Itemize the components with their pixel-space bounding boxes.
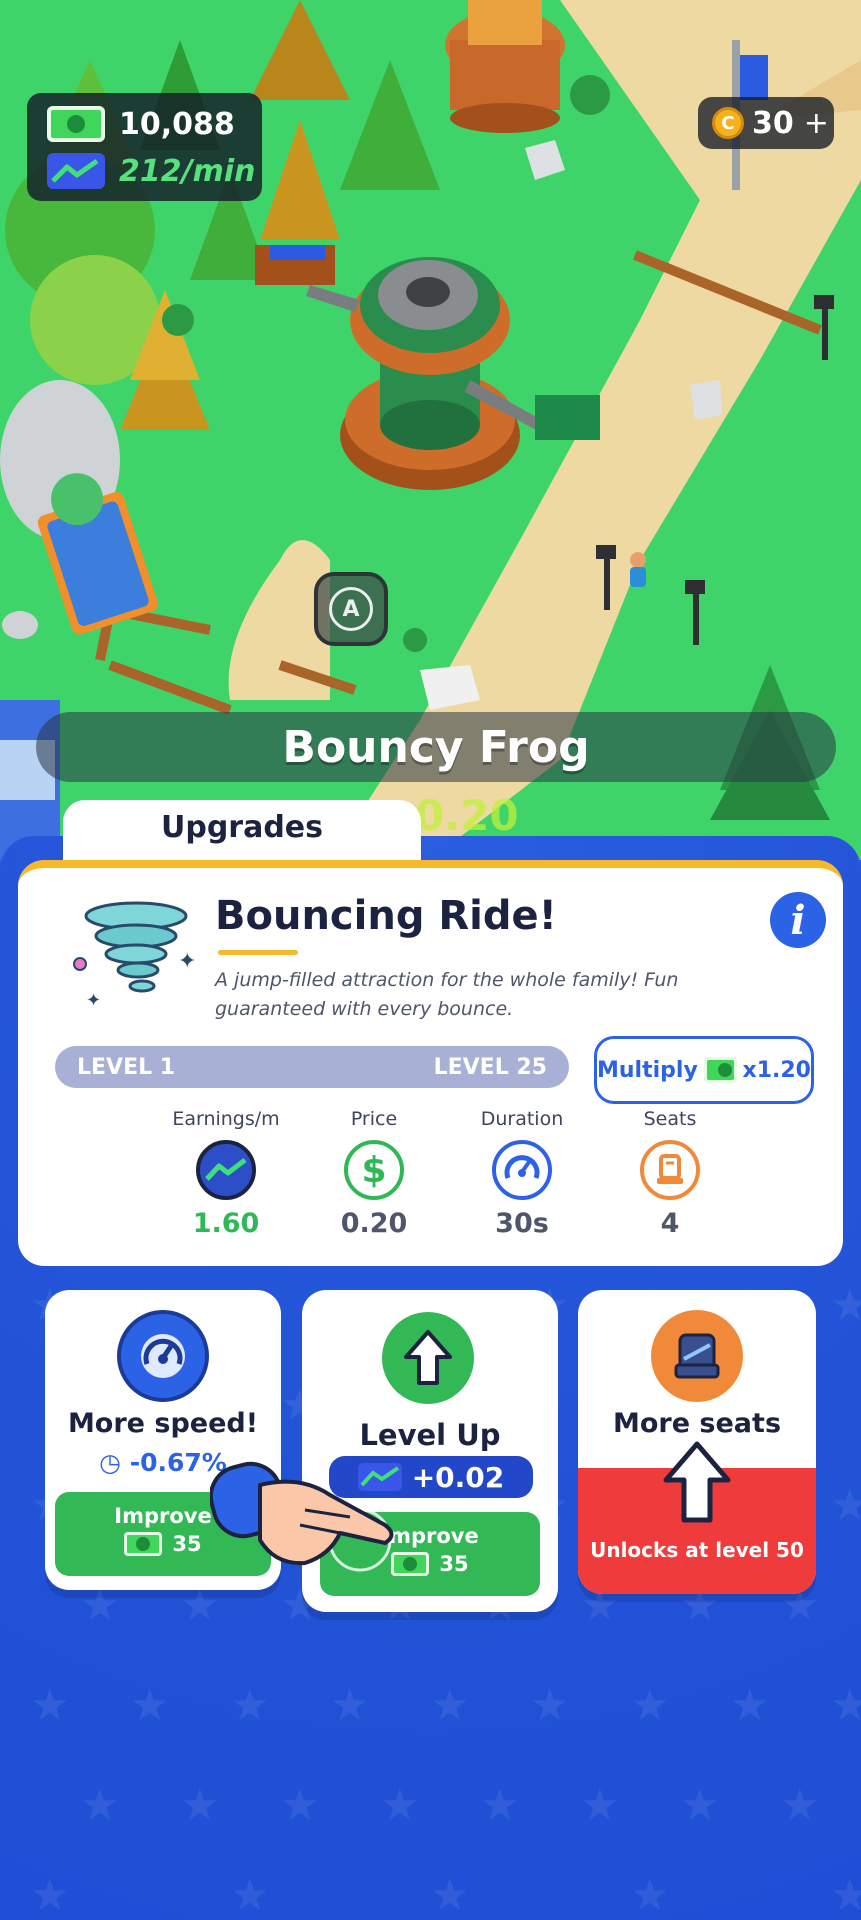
title-underline <box>218 950 298 955</box>
seat-icon <box>640 1140 700 1200</box>
level-progress-bar: LEVEL 1 LEVEL 25 <box>55 1046 569 1088</box>
selected-ride-banner: Bouncy Frog <box>36 712 836 782</box>
coin-icon: C <box>712 107 744 139</box>
income-rate: 212/min <box>119 153 256 189</box>
swap-icon: A <box>329 587 373 631</box>
svg-text:✦: ✦ <box>178 949 196 974</box>
more-seats-card: More seats Unlocks at level 50 <box>578 1290 816 1594</box>
cash-icon <box>703 1057 737 1083</box>
trend-icon <box>47 153 105 189</box>
multiply-badge: Multiply x1.20 <box>594 1036 814 1104</box>
more-speed-title: More speed! <box>67 1408 259 1439</box>
stat-duration: Duration 30s <box>447 1108 597 1239</box>
stat-earnings-value: 1.60 <box>192 1208 260 1239</box>
cash-icon <box>47 106 105 142</box>
multiply-label: Multiply <box>597 1057 698 1083</box>
speedometer-icon <box>492 1140 552 1200</box>
arrow-up-icon <box>382 1312 474 1404</box>
add-coins-button[interactable]: + <box>804 106 829 141</box>
tornado-icon: ✦ ✦ <box>73 901 196 1011</box>
multiply-value: x1.20 <box>742 1057 811 1083</box>
improve-speed-cost: 35 <box>172 1532 202 1556</box>
selected-ride-name: Bouncy Frog <box>282 721 590 773</box>
locked-text: Unlocks at level 50 <box>590 1538 804 1562</box>
arrow-up-icon <box>663 1441 731 1523</box>
stat-price-value: 0.20 <box>340 1208 408 1239</box>
ride-description: A jump-filled attraction for the whole f… <box>215 969 679 1020</box>
svg-text:✦: ✦ <box>86 990 101 1011</box>
stat-seats: Seats 4 <box>595 1108 745 1239</box>
cash-icon <box>124 1532 163 1556</box>
level-up-title: Level Up <box>359 1418 501 1452</box>
tab-upgrades-label: Upgrades <box>160 810 324 845</box>
stat-seats-value: 4 <box>660 1208 680 1239</box>
improve-level-cost: 35 <box>439 1552 469 1576</box>
level-up-effect-value: +0.02 <box>411 1460 505 1494</box>
switch-ride-button[interactable]: A <box>314 572 388 646</box>
stat-earnings: Earnings/m 1.60 <box>151 1108 301 1239</box>
speedometer-icon <box>117 1310 209 1402</box>
level-start-label: LEVEL 1 <box>77 1054 176 1080</box>
stat-duration-label: Duration <box>480 1108 564 1130</box>
floating-earning-text: 0.20 <box>415 791 519 840</box>
stat-earnings-label: Earnings/m <box>172 1108 280 1130</box>
stat-duration-value: 30s <box>495 1208 549 1239</box>
dollar-icon: $ <box>344 1140 404 1200</box>
level-end-label: LEVEL 25 <box>433 1054 547 1080</box>
ride-title: Bouncing Ride! <box>215 893 557 939</box>
money-value: 10,088 <box>119 106 235 142</box>
tutorial-hand-icon <box>210 1461 394 1572</box>
coins-panel[interactable]: C 30 + <box>698 97 834 149</box>
info-button[interactable]: i <box>770 892 826 948</box>
seat-icon <box>651 1310 743 1402</box>
clock-icon: ◷ <box>99 1448 130 1477</box>
stat-price-label: Price <box>350 1108 398 1130</box>
more-seats-title: More seats <box>612 1408 782 1439</box>
ride-info-card: ✦ ✦ Bouncing Ride! A jump-filled attract… <box>18 860 843 1266</box>
trend-icon <box>196 1140 256 1200</box>
game-world[interactable]: 0.20 10,088 212/min C 30 + A Bouncy Frog <box>0 0 861 860</box>
coins-value: 30 <box>752 105 794 141</box>
stat-seats-label: Seats <box>643 1108 697 1130</box>
stat-price: Price $ 0.20 <box>299 1108 449 1239</box>
money-panel: 10,088 212/min <box>27 93 262 201</box>
